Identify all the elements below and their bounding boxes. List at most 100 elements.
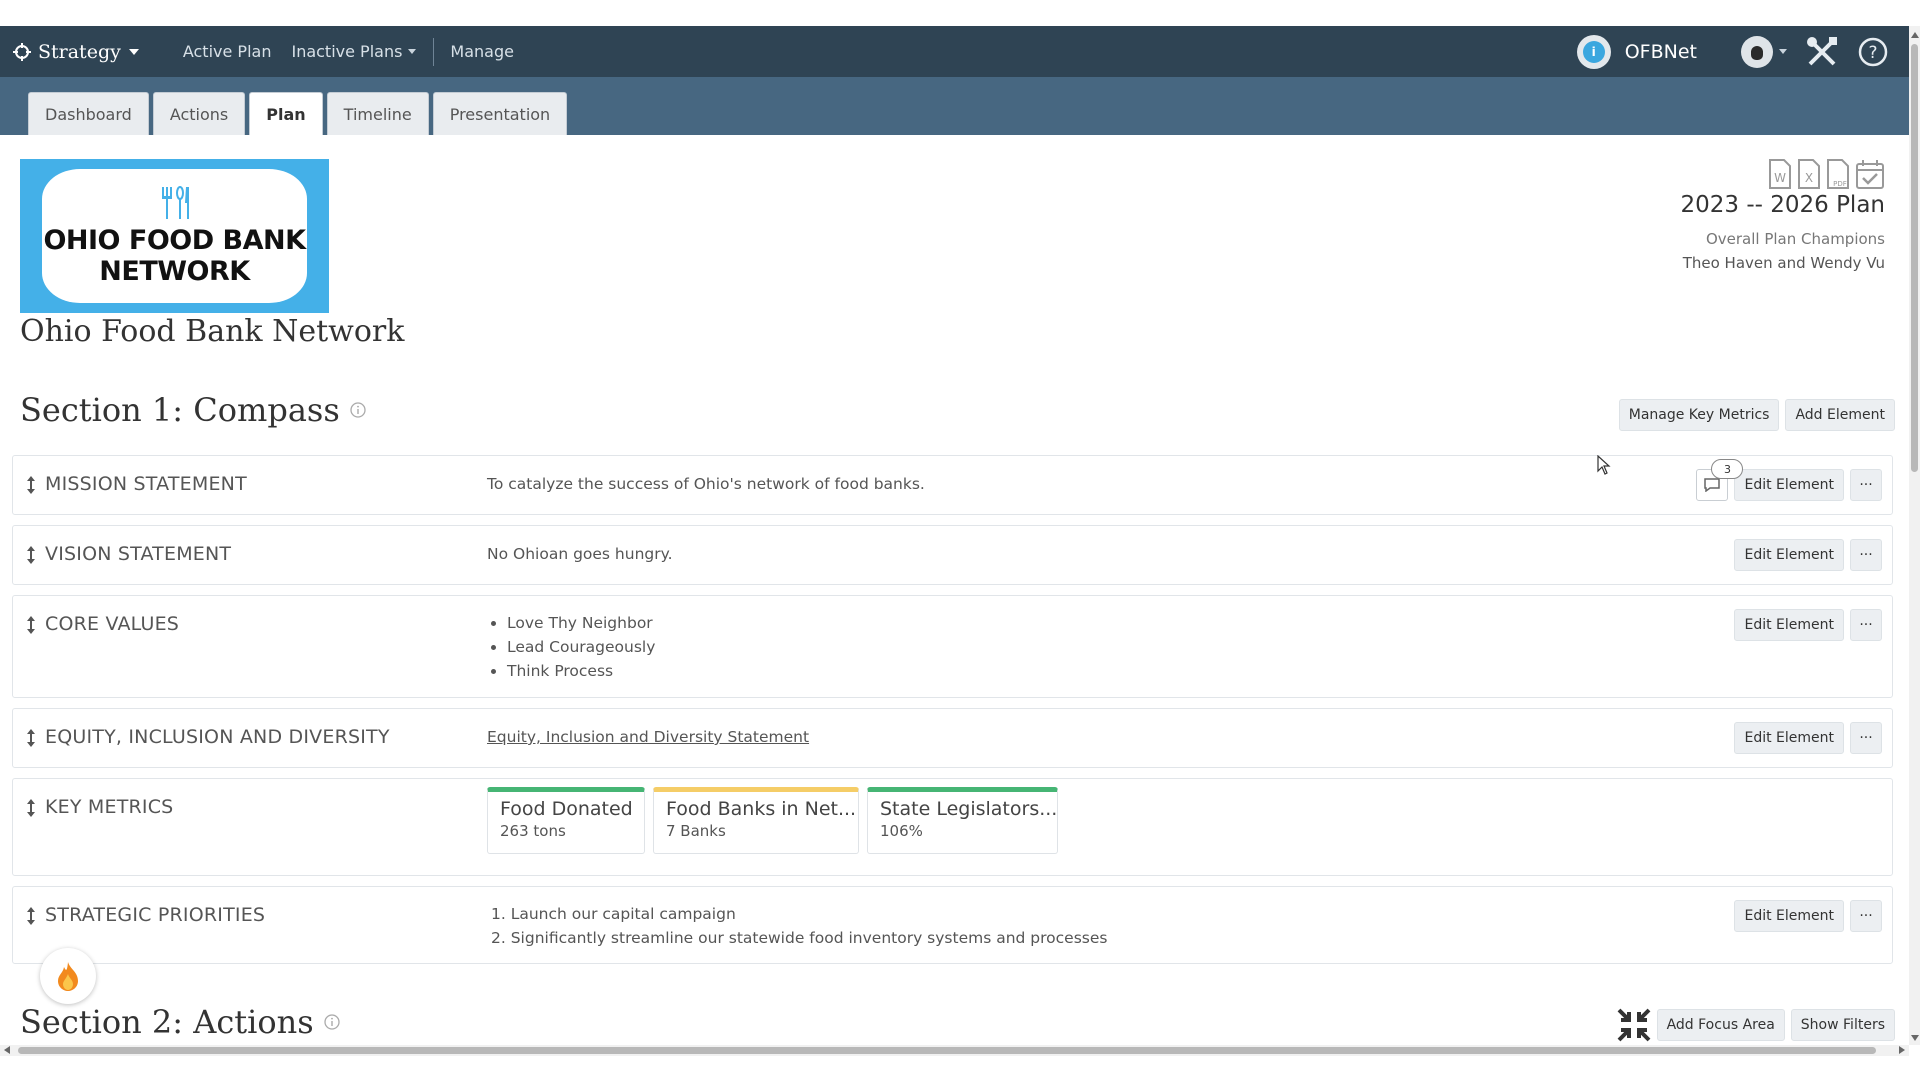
nav-right-group: i OFBNet ? bbox=[1576, 34, 1889, 69]
element-label: MISSION STATEMENT bbox=[45, 473, 247, 495]
mission-text: To catalyze the success of Ohio's networ… bbox=[487, 475, 925, 493]
strategy-menu[interactable]: Strategy bbox=[12, 41, 139, 63]
more-options-button[interactable]: ··· bbox=[1850, 539, 1882, 571]
plan-info: W X PDF 2023 -- 2026 Plan Overall Plan C… bbox=[1465, 158, 1885, 272]
element-actions: Edit Element ··· bbox=[1734, 722, 1882, 754]
user-menu-chevron-icon[interactable] bbox=[1779, 49, 1787, 54]
drag-handle-icon[interactable] bbox=[25, 545, 37, 565]
scroll-down-icon[interactable] bbox=[1911, 1035, 1919, 1041]
element-label: EQUITY, INCLUSION AND DIVERSITY bbox=[45, 726, 390, 748]
section-2-actions: Add Focus Area Show Filters bbox=[1617, 1008, 1895, 1042]
svg-text:W: W bbox=[1774, 171, 1786, 185]
edit-element-button[interactable]: Edit Element bbox=[1734, 722, 1844, 754]
scroll-left-icon[interactable] bbox=[4, 1046, 10, 1054]
equity-statement-link[interactable]: Equity, Inclusion and Diversity Statemen… bbox=[487, 728, 809, 746]
tab-dashboard[interactable]: Dashboard bbox=[28, 92, 149, 135]
pdf-icon[interactable]: PDF bbox=[1826, 158, 1850, 190]
tab-presentation[interactable]: Presentation bbox=[432, 92, 568, 135]
tab-actions[interactable]: Actions bbox=[152, 92, 246, 135]
metric-value: 263 tons bbox=[500, 822, 566, 840]
edit-element-button[interactable]: Edit Element bbox=[1734, 469, 1844, 501]
person-icon bbox=[1751, 45, 1763, 60]
calendar-check-icon[interactable] bbox=[1855, 158, 1885, 190]
show-filters-button[interactable]: Show Filters bbox=[1790, 1009, 1895, 1041]
edit-element-button[interactable]: Edit Element bbox=[1734, 539, 1844, 571]
comments-button[interactable]: 3 bbox=[1696, 459, 1744, 501]
word-icon[interactable]: W bbox=[1768, 158, 1792, 190]
list-item: 2. Significantly streamline our statewid… bbox=[491, 929, 1108, 947]
add-focus-area-button[interactable]: Add Focus Area bbox=[1656, 1009, 1785, 1041]
key-metrics-cards: Food Donated 263 tons Food Banks in Net.… bbox=[487, 787, 1058, 854]
metric-name: Food Donated bbox=[500, 798, 633, 820]
vertical-scrollbar[interactable] bbox=[1909, 26, 1920, 1045]
flame-button[interactable] bbox=[40, 948, 96, 1004]
nav-inactive-plans[interactable]: Inactive Plans bbox=[291, 42, 417, 61]
metric-card-food-banks[interactable]: Food Banks in Net... 7 Banks bbox=[653, 787, 859, 854]
edit-element-button[interactable]: Edit Element bbox=[1734, 609, 1844, 641]
element-row-equity: EQUITY, INCLUSION AND DIVERSITY Equity, … bbox=[12, 708, 1893, 768]
element-row-key-metrics: KEY METRICS Food Donated 263 tons Food B… bbox=[12, 778, 1893, 876]
mouse-cursor-icon bbox=[1597, 455, 1611, 475]
add-element-button[interactable]: Add Element bbox=[1785, 399, 1895, 431]
drag-handle-icon[interactable] bbox=[25, 798, 37, 818]
element-actions: 3 Edit Element ··· bbox=[1696, 459, 1882, 501]
tools-icon[interactable] bbox=[1805, 35, 1839, 69]
element-label: STRATEGIC PRIORITIES bbox=[45, 904, 266, 926]
user-avatar[interactable] bbox=[1741, 35, 1773, 68]
more-options-button[interactable]: ··· bbox=[1850, 722, 1882, 754]
help-icon[interactable]: ? bbox=[1857, 36, 1889, 68]
crosshair-icon bbox=[13, 42, 31, 61]
drag-handle-icon[interactable] bbox=[25, 906, 37, 926]
tab-timeline[interactable]: Timeline bbox=[326, 92, 429, 135]
metric-card-state-legislators[interactable]: State Legislators... 106% bbox=[867, 787, 1058, 854]
more-options-button[interactable]: ··· bbox=[1850, 900, 1882, 932]
element-actions: Edit Element ··· bbox=[1734, 609, 1882, 641]
element-label: KEY METRICS bbox=[45, 796, 174, 818]
org-name[interactable]: OFBNet bbox=[1625, 41, 1697, 63]
info-icon[interactable] bbox=[350, 402, 366, 418]
drag-handle-icon[interactable] bbox=[25, 728, 37, 748]
info-icon[interactable] bbox=[324, 1014, 340, 1030]
excel-icon[interactable]: X bbox=[1797, 158, 1821, 190]
element-row-strategic-priorities: STRATEGIC PRIORITIES 1. Launch our capit… bbox=[12, 886, 1893, 964]
flame-icon bbox=[58, 962, 78, 991]
nav-divider bbox=[433, 37, 435, 66]
nav-manage[interactable]: Manage bbox=[450, 42, 514, 61]
more-options-button[interactable]: ··· bbox=[1850, 469, 1882, 501]
logo-text-line-1: OHIO FOOD BANK bbox=[43, 225, 306, 256]
horizontal-scrollbar[interactable] bbox=[0, 1045, 1909, 1056]
comment-icon bbox=[1704, 478, 1721, 492]
collapse-icon[interactable] bbox=[1617, 1008, 1651, 1042]
top-strip bbox=[0, 0, 1909, 26]
core-values-list: Love Thy Neighbor Lead Courageously Thin… bbox=[487, 611, 655, 683]
section-2-title-text: Section 2: Actions bbox=[20, 1003, 314, 1041]
list-item: Lead Courageously bbox=[487, 635, 655, 659]
list-item: 1. Launch our capital campaign bbox=[491, 905, 736, 923]
more-options-button[interactable]: ··· bbox=[1850, 609, 1882, 641]
logo-text-line-2: NETWORK bbox=[99, 256, 250, 287]
champions-label: Overall Plan Champions bbox=[1705, 230, 1885, 248]
export-toolbar: W X PDF bbox=[1465, 158, 1885, 190]
org-switcher-icon[interactable]: i bbox=[1576, 34, 1611, 69]
edit-element-button[interactable]: Edit Element bbox=[1734, 900, 1844, 932]
drag-handle-icon[interactable] bbox=[25, 475, 37, 495]
scroll-right-icon[interactable] bbox=[1899, 1046, 1905, 1054]
drag-handle-icon[interactable] bbox=[25, 615, 37, 635]
nav-active-plan[interactable]: Active Plan bbox=[183, 42, 272, 61]
element-row-core-values: CORE VALUES Love Thy Neighbor Lead Coura… bbox=[12, 595, 1893, 698]
info-circle-icon: i bbox=[1582, 40, 1605, 63]
horizontal-scroll-thumb[interactable] bbox=[18, 1047, 1876, 1054]
scroll-up-icon[interactable] bbox=[1911, 32, 1919, 38]
utensils-icon bbox=[161, 186, 189, 219]
metric-card-food-donated[interactable]: Food Donated 263 tons bbox=[487, 787, 645, 854]
vertical-scroll-thumb[interactable] bbox=[1911, 44, 1918, 472]
top-navbar: Strategy Active Plan Inactive Plans Mana… bbox=[0, 26, 1909, 77]
plan-tabs: Dashboard Actions Plan Timeline Presenta… bbox=[28, 92, 571, 135]
strategy-label: Strategy bbox=[38, 40, 121, 63]
chevron-down-icon bbox=[128, 48, 139, 55]
tab-plan[interactable]: Plan bbox=[249, 92, 323, 135]
chevron-down-icon bbox=[408, 49, 417, 54]
manage-key-metrics-button[interactable]: Manage Key Metrics bbox=[1618, 399, 1780, 431]
vision-text: No Ohioan goes hungry. bbox=[487, 545, 673, 563]
element-label: VISION STATEMENT bbox=[45, 543, 232, 565]
